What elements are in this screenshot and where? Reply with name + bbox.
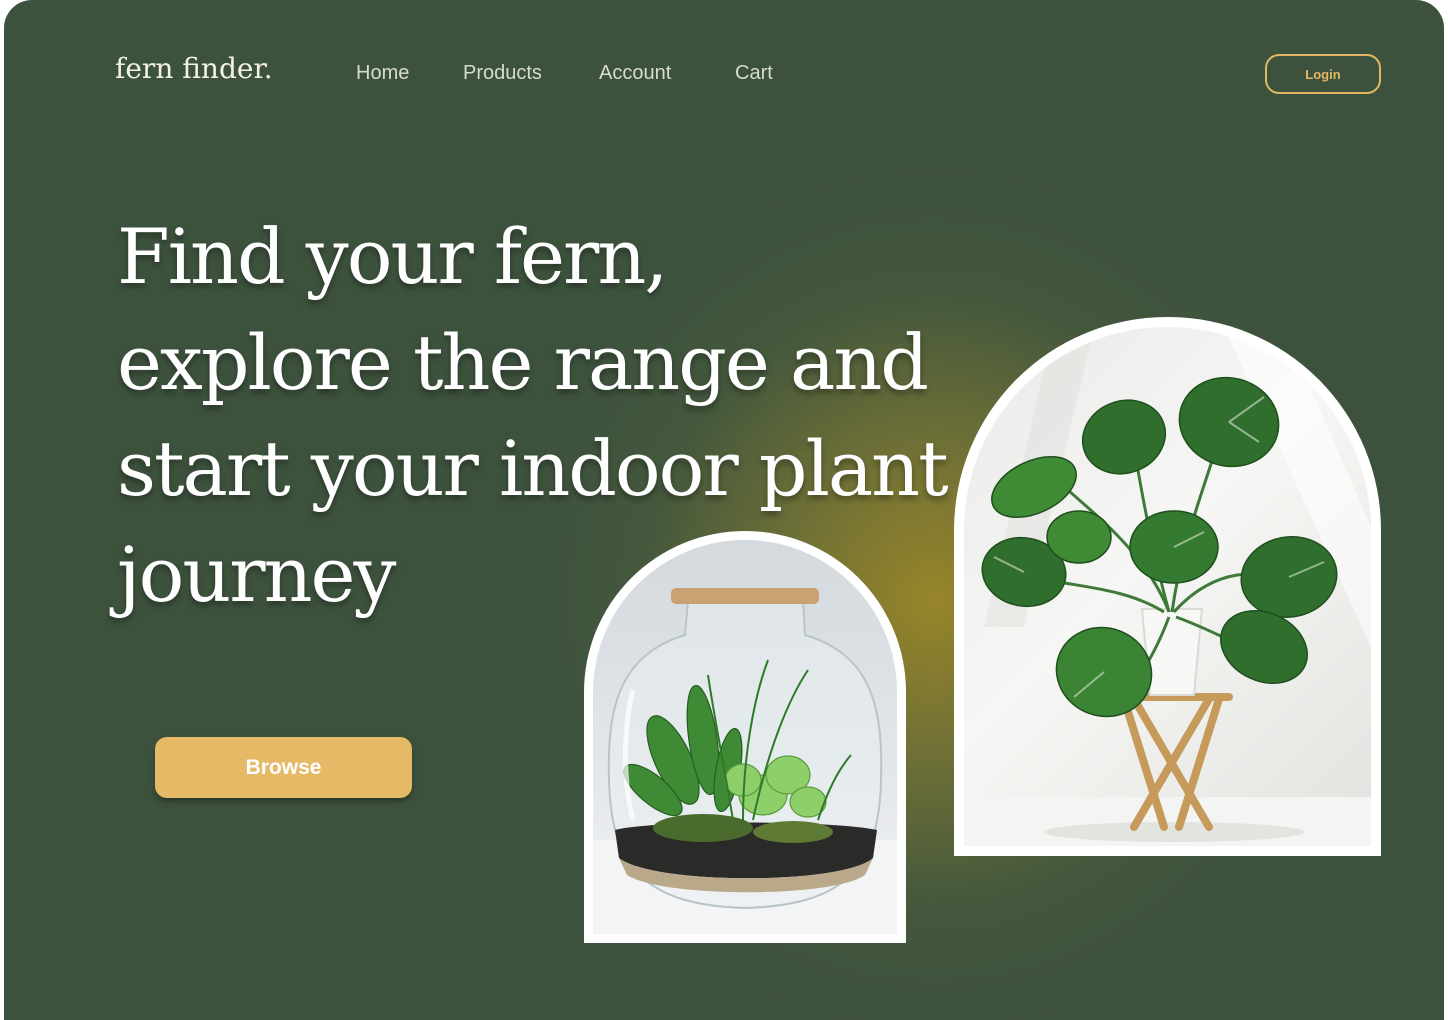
- landing-page: fern finder. Home Products Account Cart …: [4, 0, 1444, 1020]
- terrarium-photo-frame: [584, 531, 906, 943]
- terrarium-illustration: [593, 588, 897, 934]
- browse-button[interactable]: Browse: [155, 737, 412, 798]
- terrarium-jar-photo: [593, 540, 897, 934]
- monstera-photo-frame: [954, 317, 1381, 856]
- nav-account[interactable]: Account: [599, 62, 671, 85]
- monstera-plant-photo: [964, 327, 1371, 846]
- nav-home[interactable]: Home: [356, 62, 409, 85]
- brand-logo[interactable]: fern finder.: [115, 52, 273, 85]
- login-button[interactable]: Login: [1265, 54, 1381, 94]
- headline-line-4: journey: [117, 530, 396, 619]
- headline-line-3: start your indoor plant: [117, 424, 949, 513]
- nav-products[interactable]: Products: [463, 62, 542, 85]
- headline-line-1: Find your fern,: [117, 212, 668, 301]
- nav-cart[interactable]: Cart: [735, 62, 773, 85]
- monstera-illustration: [964, 327, 1371, 846]
- headline-line-2: explore the range and: [117, 318, 929, 407]
- hero-headline: Find your fern, explore the range and st…: [117, 204, 977, 628]
